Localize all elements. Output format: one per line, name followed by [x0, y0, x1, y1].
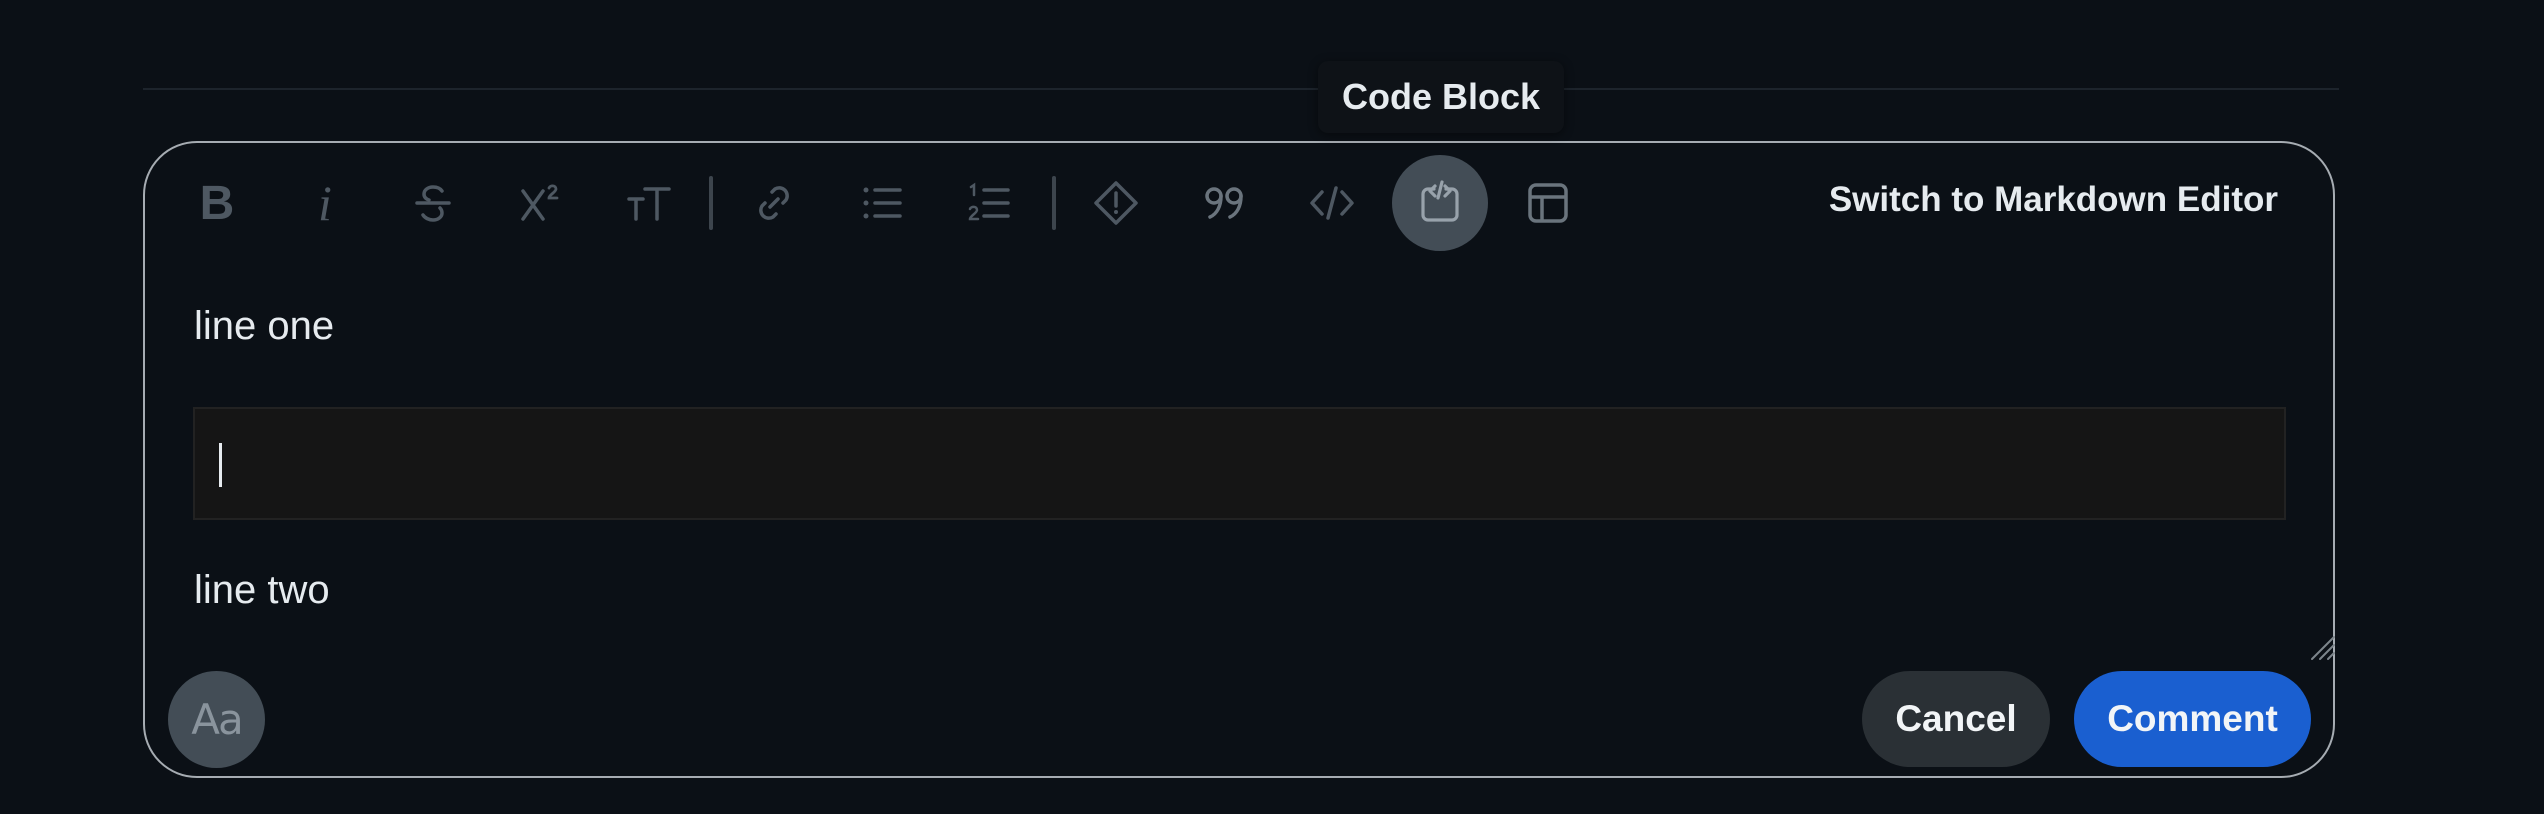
inline-code-button[interactable]: [1284, 155, 1380, 251]
code-block-icon: [1421, 180, 1459, 222]
strikethrough-button[interactable]: [385, 155, 481, 251]
cancel-button[interactable]: Cancel: [1862, 671, 2050, 767]
tooltip: Code Block: [1318, 61, 1564, 133]
italic-icon: i: [318, 175, 332, 231]
formatting-toggle-button[interactable]: Aa: [168, 671, 265, 768]
resize-handle-icon[interactable]: [2308, 633, 2336, 661]
italic-button[interactable]: i: [277, 155, 373, 251]
text-format-icon: Aa: [191, 695, 243, 744]
numbered-list-icon: [968, 182, 1010, 221]
comment-editor-page: B i Switch to Markdown Editor Code Block…: [0, 0, 2544, 814]
quote-icon: [1205, 187, 1243, 219]
paragraph-line-one[interactable]: line one: [194, 304, 334, 349]
table-button[interactable]: [1500, 155, 1596, 251]
toolbar-separator: [1052, 176, 1056, 230]
paragraph-line-two[interactable]: line two: [194, 568, 330, 613]
strikethrough-icon: [415, 185, 451, 222]
quote-button[interactable]: [1176, 155, 1272, 251]
table-icon: [1528, 183, 1568, 223]
bulleted-list-button[interactable]: [834, 155, 930, 251]
divider: [143, 88, 2339, 90]
inline-code-icon: [1310, 186, 1354, 220]
text-caret: [219, 443, 222, 487]
bold-icon: B: [199, 176, 235, 230]
superscript-icon: [521, 184, 559, 221]
bulleted-list-icon: [863, 187, 902, 219]
code-block-editor[interactable]: [193, 407, 2286, 520]
toolbar-separator: [709, 176, 713, 230]
code-block-button[interactable]: [1392, 155, 1488, 251]
comment-button[interactable]: Comment: [2074, 671, 2311, 767]
switch-to-markdown-link[interactable]: Switch to Markdown Editor: [1829, 180, 2278, 220]
numbered-list-button[interactable]: [942, 155, 1038, 251]
link-icon: [759, 186, 789, 220]
text-size-icon: [627, 187, 671, 221]
text-size-button[interactable]: [601, 155, 697, 251]
spoiler-icon: [1094, 181, 1138, 225]
link-button[interactable]: [726, 155, 822, 251]
spoiler-button[interactable]: [1068, 155, 1164, 251]
bold-button[interactable]: B: [169, 155, 265, 251]
superscript-button[interactable]: [493, 155, 589, 251]
